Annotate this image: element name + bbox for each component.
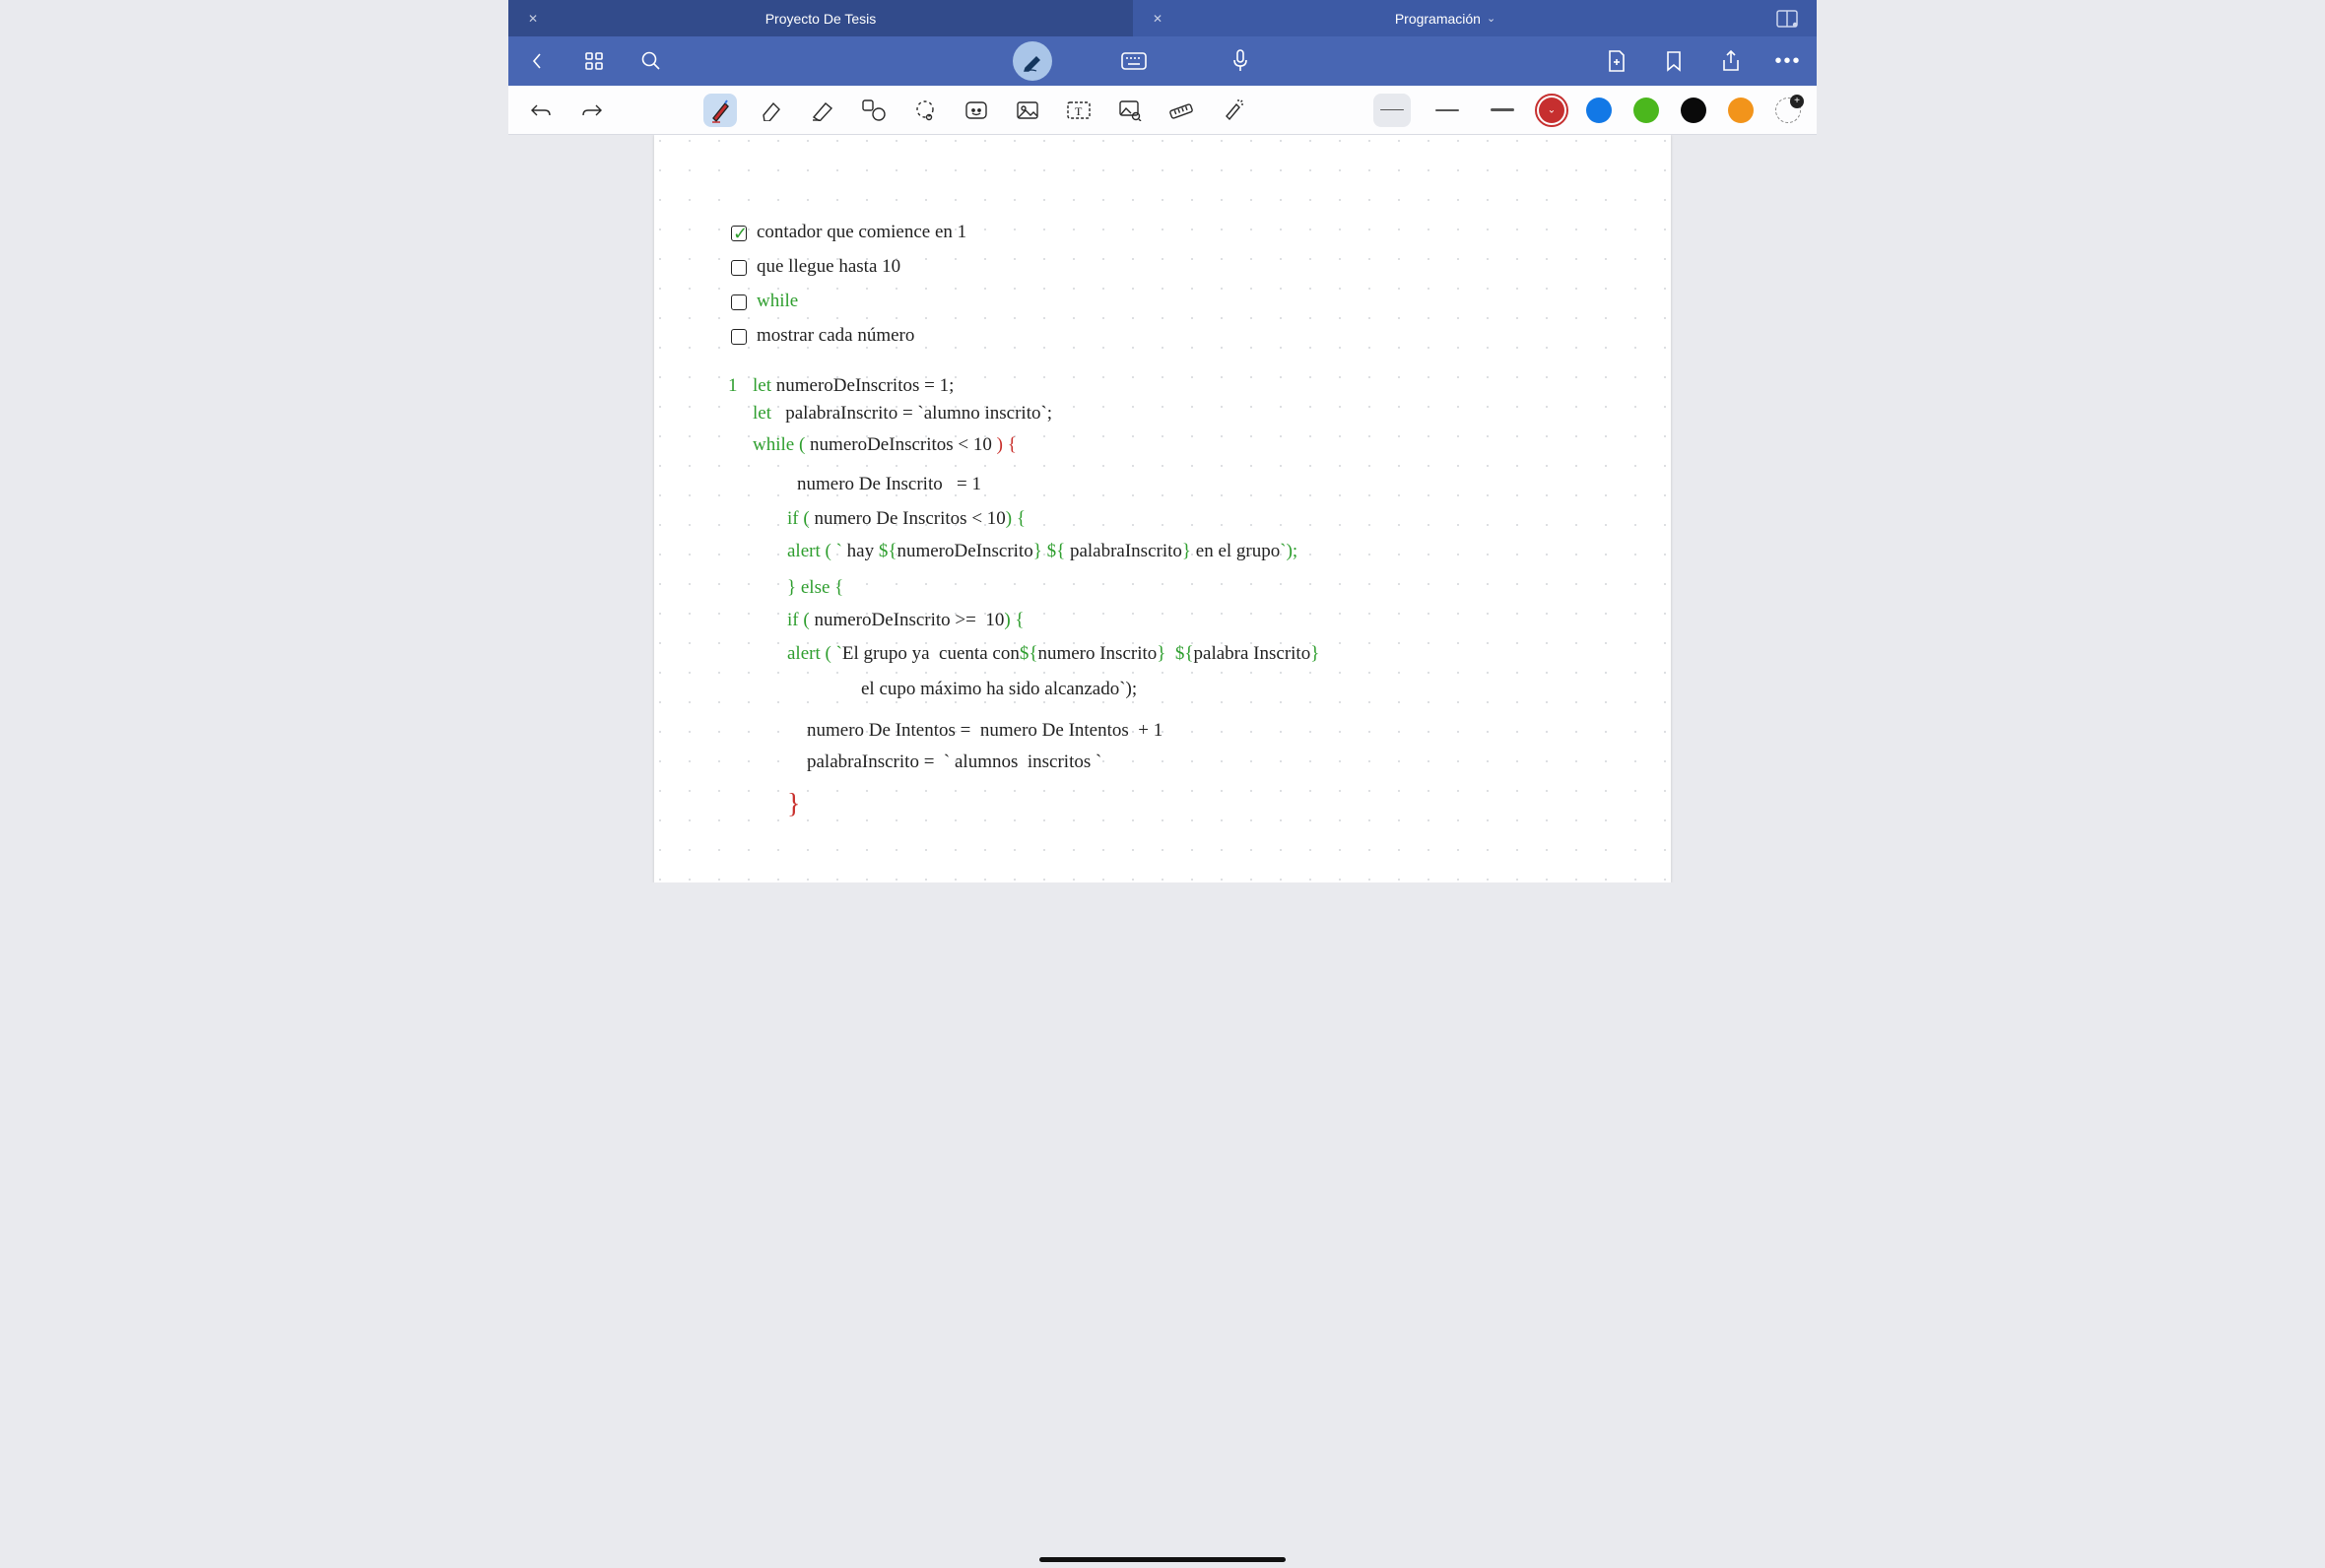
ruler-tool[interactable] xyxy=(1164,94,1198,127)
code-line: } xyxy=(787,783,800,825)
bookmark-button[interactable] xyxy=(1659,46,1689,76)
tab-label: Proyecto De Tesis xyxy=(765,11,877,27)
color-blue[interactable] xyxy=(1586,98,1612,123)
nav-bar: ••• xyxy=(508,36,1817,86)
stroke-thin[interactable] xyxy=(1373,94,1411,127)
code-line: palabraInscrito = ` alumnos inscritos ` xyxy=(807,748,1101,776)
add-page-button[interactable] xyxy=(1602,46,1631,76)
code-line: alert ( ` hay ${numeroDeInscrito} ${ pal… xyxy=(787,537,1297,565)
laser-tool[interactable] xyxy=(1216,94,1249,127)
code-line: numero De Inscrito = 1 xyxy=(797,470,981,498)
highlighter-tool[interactable] xyxy=(806,94,839,127)
code-line: if ( numeroDeInscrito >= 10) { xyxy=(787,606,1025,634)
code-line: alert ( `El grupo ya cuenta con${numero … xyxy=(787,639,1319,668)
tab-label: Programación xyxy=(1395,11,1481,27)
draw-mode-button[interactable] xyxy=(1013,41,1052,81)
search-button[interactable] xyxy=(636,46,666,76)
color-red[interactable]: ⌄ xyxy=(1539,98,1564,123)
grid-view-button[interactable] xyxy=(579,46,609,76)
code-line: el cupo máximo ha sido alcanzado`); xyxy=(861,675,1137,703)
note-line: mostrar cada número xyxy=(694,293,914,379)
code-line: } else { xyxy=(787,573,843,602)
code-line: while ( numeroDeInscritos < 10 ) { xyxy=(753,430,1017,459)
close-icon[interactable]: ✕ xyxy=(528,12,538,26)
more-button[interactable]: ••• xyxy=(1773,46,1803,76)
color-green[interactable] xyxy=(1633,98,1659,123)
workspace: contador que comience en 1 que llegue ha… xyxy=(508,135,1817,882)
tab-programacion[interactable]: ✕ Programación ⌄ xyxy=(1133,0,1758,36)
text-tool[interactable]: T xyxy=(1062,94,1096,127)
shape-tool[interactable] xyxy=(857,94,891,127)
code-line-number: 1 xyxy=(728,371,738,400)
code-line: let numeroDeInscritos = 1; xyxy=(753,371,954,400)
share-button[interactable] xyxy=(1716,46,1746,76)
home-indicator[interactable] xyxy=(1039,1557,1286,1562)
back-button[interactable] xyxy=(522,46,552,76)
add-color-button[interactable]: + xyxy=(1775,98,1801,123)
svg-text:T: T xyxy=(1075,104,1083,118)
mic-button[interactable] xyxy=(1226,46,1255,76)
chevron-down-icon: ⌄ xyxy=(1487,12,1495,25)
split-view-icon[interactable] xyxy=(1758,0,1817,36)
tool-bar: T ⌄ + xyxy=(508,86,1817,135)
code-line: if ( numero De Inscritos < 10) { xyxy=(787,504,1026,533)
eraser-tool[interactable] xyxy=(755,94,788,127)
stroke-thick[interactable] xyxy=(1484,94,1521,127)
tab-bar: ✕ Proyecto De Tesis ✕ Programación ⌄ xyxy=(508,0,1817,36)
redo-button[interactable] xyxy=(575,94,609,127)
image-search-tool[interactable] xyxy=(1113,94,1147,127)
tab-proyecto[interactable]: ✕ Proyecto De Tesis xyxy=(508,0,1133,36)
checkbox-icon xyxy=(731,329,747,345)
color-black[interactable] xyxy=(1681,98,1706,123)
close-icon[interactable]: ✕ xyxy=(1153,12,1162,26)
lasso-tool[interactable] xyxy=(908,94,942,127)
image-tool[interactable] xyxy=(1011,94,1044,127)
code-line: let palabraInscrito = `alumno inscrito`; xyxy=(753,399,1052,427)
pen-tool[interactable] xyxy=(703,94,737,127)
color-orange[interactable] xyxy=(1728,98,1754,123)
sticker-tool[interactable] xyxy=(960,94,993,127)
note-page[interactable]: contador que comience en 1 que llegue ha… xyxy=(654,135,1671,882)
stroke-medium[interactable] xyxy=(1428,94,1466,127)
code-line: numero De Intentos = numero De Intentos … xyxy=(807,716,1162,745)
keyboard-button[interactable] xyxy=(1119,46,1149,76)
undo-button[interactable] xyxy=(524,94,558,127)
